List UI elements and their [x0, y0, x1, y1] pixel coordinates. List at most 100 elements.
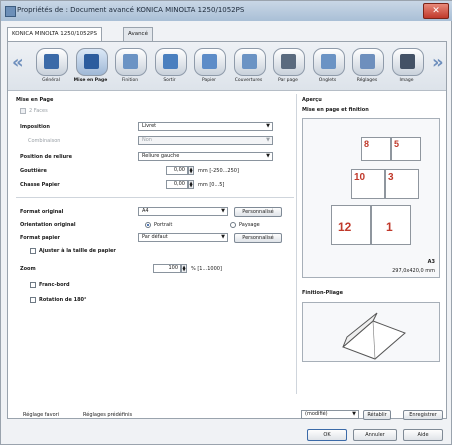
ribbon-label: Réglages — [356, 78, 378, 83]
ribbon-next-button[interactable]: » — [432, 52, 444, 73]
zoom-input[interactable]: 100 — [153, 264, 181, 273]
ribbon-label: Image — [399, 78, 414, 83]
ribbon-button-4[interactable] — [154, 48, 187, 76]
paper-size-code: A3 — [427, 259, 435, 265]
impose-select[interactable]: Livret ▼ — [138, 122, 273, 131]
ribbon-button-10[interactable] — [391, 48, 424, 76]
fit-paper-checkbox[interactable] — [30, 248, 36, 254]
chevron-down-icon: ▼ — [266, 137, 270, 143]
ribbon-button-2[interactable] — [75, 48, 108, 76]
save-button[interactable]: Enregistrer — [403, 410, 443, 420]
gutter-label: Gouttière — [20, 168, 47, 174]
shift-input[interactable]: 0,00 — [166, 180, 188, 189]
booklet-fold-icon — [342, 312, 406, 360]
preview-page: 3 — [385, 169, 419, 199]
original-size-label: Format original — [20, 209, 64, 215]
restore-button[interactable]: Rétablir — [363, 410, 391, 420]
page-number: 8 — [364, 139, 370, 149]
ribbon-button-3[interactable] — [115, 48, 147, 76]
shift-spinner[interactable]: ▲ ▼ — [188, 180, 194, 189]
ribbon-button-5[interactable] — [194, 48, 226, 76]
chevron-down-icon: ▼ — [221, 234, 225, 240]
preview-page: 5 — [391, 137, 421, 161]
paper-size-select[interactable]: Par défaut ▼ — [138, 233, 228, 242]
ribbon-label: Par page — [278, 78, 298, 83]
covers-icon — [241, 54, 257, 69]
binding-value: Reliure gauche — [142, 153, 180, 159]
two-sides-checkbox[interactable] — [20, 108, 26, 114]
preset-value: (modifié) — [305, 411, 328, 417]
finishing-icon — [123, 54, 138, 69]
ribbon-label: Sortir — [163, 78, 176, 83]
preview-subtitle: Mise en page et finition — [302, 107, 369, 113]
image-icon — [399, 54, 415, 69]
ribbon-label: Papier — [202, 78, 216, 83]
output-icon — [162, 54, 178, 69]
section-layout-title: Mise en Page — [16, 97, 54, 103]
ribbon-button-6[interactable] — [233, 48, 266, 76]
tab-advanced[interactable]: Avancé — [123, 27, 153, 41]
general-icon — [44, 54, 59, 69]
printer-app-icon — [5, 6, 16, 17]
ribbon-prev-button[interactable]: « — [12, 52, 24, 73]
zoom-spinner[interactable]: ▲ ▼ — [181, 264, 187, 273]
two-sides-label: 2 Faces — [29, 108, 48, 114]
gutter-spinner[interactable]: ▲ ▼ — [188, 166, 194, 175]
preview-page: 10 — [351, 169, 385, 199]
binding-select[interactable]: Reliure gauche ▼ — [138, 152, 273, 161]
rotate-checkbox[interactable] — [30, 297, 36, 303]
ribbon-label: Mise en Page — [73, 78, 108, 83]
original-size-select[interactable]: A4 ▼ — [138, 207, 228, 216]
landscape-label: Paysage — [239, 222, 260, 228]
impose-label: Imposition — [20, 124, 50, 130]
paper-icon — [202, 54, 217, 69]
borderless-label: Franc-bord — [39, 282, 70, 288]
tabs-icon — [320, 54, 336, 69]
title-bar: Propriétés de : Document avancé KONICA M… — [1, 1, 452, 21]
landscape-radio[interactable] — [230, 222, 236, 228]
favorites-label: Réglage favori — [23, 412, 60, 418]
help-button[interactable]: Aide — [403, 429, 443, 441]
borderless-checkbox[interactable] — [30, 282, 36, 288]
custom-paper-button[interactable]: Personnalisé — [234, 233, 282, 243]
preview-page: 8 — [361, 137, 391, 161]
combine-value: Non — [142, 137, 152, 143]
paper-size-dimensions: 297,0x420,0 mm — [392, 268, 435, 274]
tab-main[interactable]: KONICA MINOLTA 1250/1052PS — [7, 27, 102, 42]
preset-select[interactable]: (modifié) ▼ — [301, 410, 359, 419]
cancel-button[interactable]: Annuler — [353, 429, 397, 441]
binding-label: Position de reliure — [20, 154, 73, 160]
ribbon-button-1[interactable] — [36, 48, 68, 76]
ribbon-label: Général — [42, 78, 60, 83]
page-number: 1 — [386, 220, 393, 234]
ribbon-button-9[interactable] — [352, 48, 384, 76]
settings-panel: « » Général Mise en Page Finition Sortir Pap… — [7, 41, 447, 419]
ok-button[interactable]: OK — [307, 429, 347, 441]
close-button[interactable]: ✕ — [423, 3, 449, 19]
chevron-down-icon: ▼ — [352, 411, 356, 417]
page-number: 10 — [354, 172, 366, 183]
combine-label: Combinaison — [28, 138, 61, 144]
custom-original-button[interactable]: Personnalisé — [234, 207, 282, 217]
shift-label: Chasse Papier — [20, 182, 60, 188]
ribbon-button-8[interactable] — [312, 48, 345, 76]
layout-icon — [83, 54, 99, 69]
vertical-divider — [296, 94, 297, 394]
portrait-radio[interactable] — [145, 222, 151, 228]
ribbon-label: Onglets — [318, 78, 337, 83]
fit-paper-label: Ajuster à la taille de papier — [39, 248, 116, 254]
divider — [16, 197, 294, 198]
orientation-label: Orientation original — [20, 222, 76, 228]
ribbon-button-7[interactable] — [273, 48, 305, 76]
combine-select[interactable]: Non ▼ — [138, 136, 273, 145]
properties-window: Propriétés de : Document avancé KONICA M… — [0, 0, 452, 445]
preview-area: 8 5 10 3 12 1 A3 297,0x420,0 mm — [302, 118, 440, 278]
finishing-title: Finition-Pliage — [302, 290, 344, 296]
page-number: 3 — [388, 172, 394, 183]
presets-label: Réglages prédéfinis — [83, 412, 133, 418]
gutter-unit: mm [-250...250] — [198, 168, 239, 174]
settings-icon — [360, 54, 375, 69]
chevron-down-icon: ▼ — [266, 153, 270, 159]
gutter-input[interactable]: 0,00 — [166, 166, 188, 175]
chevron-down-icon: ▼ — [221, 208, 225, 214]
